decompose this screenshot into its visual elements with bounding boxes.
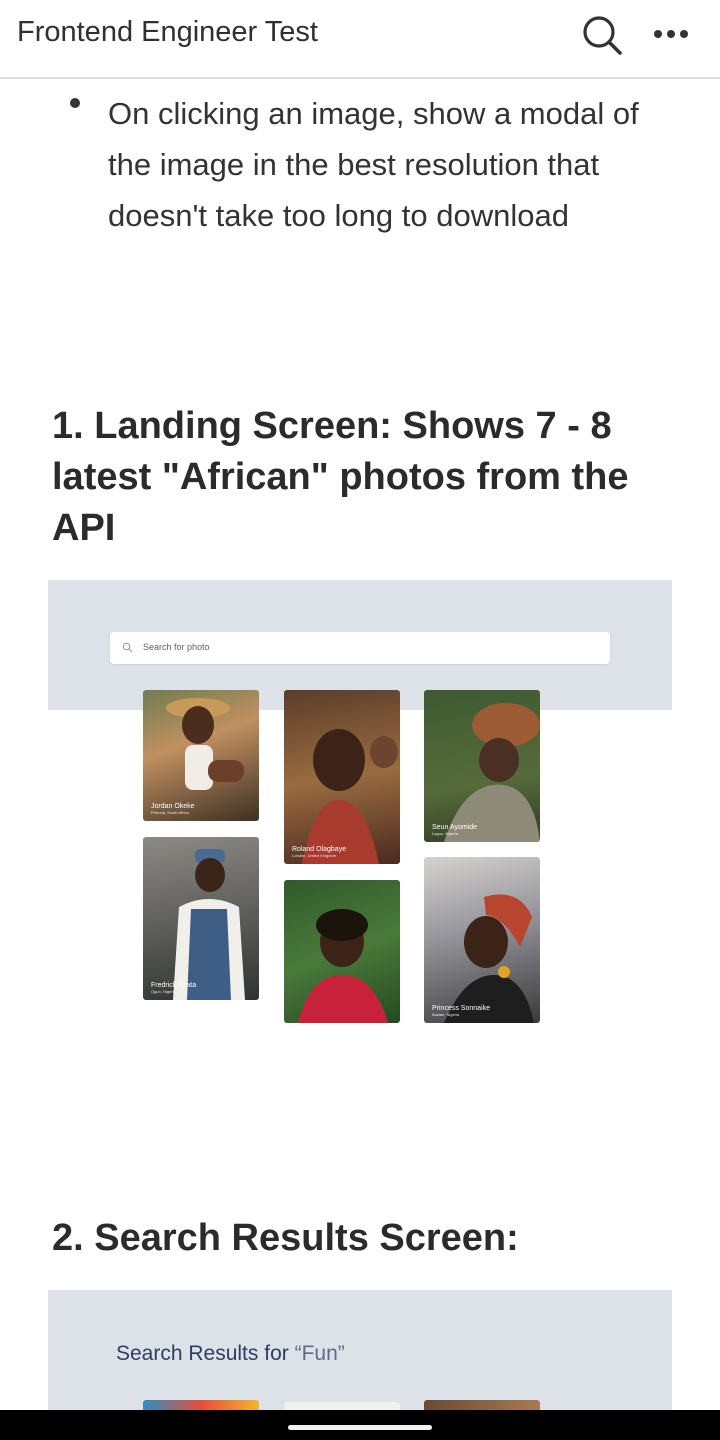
photo-placeholder	[166, 698, 244, 790]
home-gesture-handle[interactable]	[288, 1425, 432, 1430]
landing-screen-heading: 1. Landing Screen: Shows 7 - 8 latest "A…	[52, 405, 629, 549]
photo-caption: Princess Sonnaike Ibadan, Nigeria	[432, 1005, 490, 1017]
photo-placeholder	[298, 909, 388, 1023]
photo-caption: Jordan Okeke Pretoria, South Africa	[151, 803, 195, 815]
mockup-search-placeholder: Search for photo	[143, 642, 210, 652]
photo-caption: Roland Olagbaye London, United Kingdom	[292, 846, 346, 858]
photo-caption: Fredrick Apata Ogun, Nigeria	[151, 982, 196, 994]
photographer-name: Princess Sonnaike	[432, 1005, 490, 1012]
photo-placeholder	[302, 729, 398, 864]
search-results-prefix: Search Results for	[116, 1342, 295, 1365]
search-results-title: Search Results for “Fun”	[116, 1342, 345, 1366]
photographer-location: Ogun, Nigeria	[151, 989, 176, 994]
photographer-location: Ibadan, Nigeria	[432, 1012, 460, 1017]
landing-screen-mockup-image[interactable]: Search for photo Jordan Okeke Pretoria, …	[48, 580, 672, 1023]
photo-card: Jordan Okeke Pretoria, South Africa	[143, 690, 259, 821]
search-icon[interactable]	[580, 13, 624, 57]
photographer-name: Jordan Okeke	[151, 803, 195, 810]
system-navigation-bar	[0, 1410, 720, 1440]
more-horizontal-icon[interactable]	[648, 14, 694, 54]
photographer-location: Pretoria, South Africa	[151, 810, 189, 815]
search-icon	[122, 642, 133, 653]
photo-placeholder	[173, 849, 245, 1000]
photographer-location: Lagos, Nigeria	[432, 831, 458, 836]
photo-caption: Seun Ayomide Lagos, Nigeria	[432, 824, 477, 836]
app-bar: Frontend Engineer Test	[0, 0, 720, 79]
photographer-location: London, United Kingdom	[292, 853, 337, 858]
search-results-query: “Fun”	[294, 1342, 345, 1365]
photo-card: Fredrick Apata Ogun, Nigeria	[143, 837, 259, 1000]
photo-card: Roland Olagbaye London, United Kingdom	[284, 690, 400, 864]
photo-placeholder	[444, 703, 540, 842]
photo-placeholder	[444, 894, 534, 1023]
photo-card	[284, 880, 400, 1023]
photographer-name: Seun Ayomide	[432, 824, 478, 831]
mockup-search-box: Search for photo	[110, 632, 610, 664]
photo-card: Princess Sonnaike Ibadan, Nigeria	[424, 857, 540, 1023]
photo-card: Seun Ayomide Lagos, Nigeria	[424, 690, 540, 842]
photographer-name: Fredrick Apata	[151, 982, 197, 989]
search-results-heading: 2. Search Results Screen:	[52, 1217, 519, 1259]
page-title: Frontend Engineer Test	[17, 16, 318, 48]
bullet-dot	[70, 98, 80, 108]
photographer-name: Roland Olagbaye	[292, 846, 347, 853]
bullet-text: On clicking an image, show a modal of th…	[108, 96, 639, 233]
